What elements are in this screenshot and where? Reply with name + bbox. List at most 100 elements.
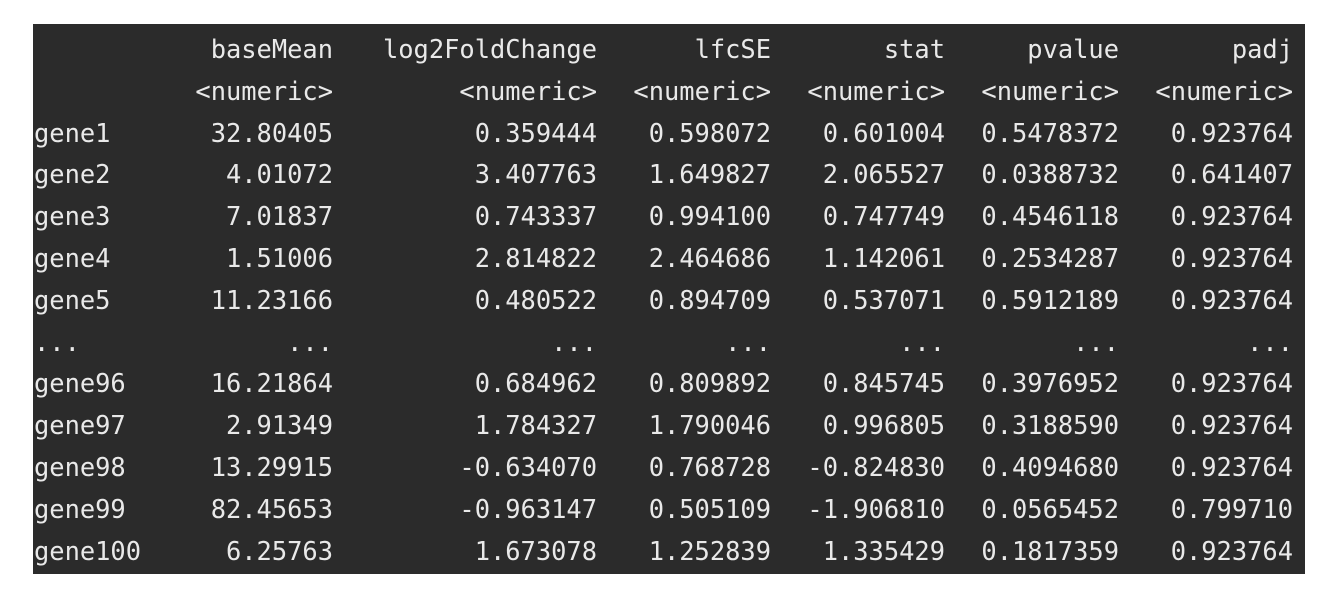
cell-stat: 0.845745 <box>822 368 945 399</box>
cell-log2foldchange: ... <box>551 326 597 357</box>
cell-padj: 0.923764 <box>1170 535 1293 566</box>
cell-lfcse: 2.464686 <box>648 242 771 273</box>
cell-stat: 1.335429 <box>822 535 945 566</box>
cell-lfcse: 1.252839 <box>648 535 771 566</box>
header-pvalue: pvalue <box>1027 34 1119 64</box>
cell-basemean: 82.45653 <box>210 493 333 524</box>
cell-lfcse: 0.505109 <box>648 493 771 524</box>
cell-padj: 0.923764 <box>1170 368 1293 399</box>
header-row: baseMean log2FoldChange lfcSE stat pvalu… <box>33 29 1293 71</box>
cell-stat: 2.065527 <box>822 159 945 190</box>
cell-basemean: ... <box>287 326 333 357</box>
table-row: gene99 82.45653 -0.963147 0.505109 -1.90… <box>33 489 1293 531</box>
cell-basemean: 2.91349 <box>225 410 333 441</box>
header-lfcse: lfcSE <box>694 34 771 64</box>
type-log2foldchange: <numeric> <box>459 75 597 106</box>
cell-pvalue: 0.4094680 <box>981 451 1119 482</box>
row-name: ... <box>34 326 80 357</box>
row-name: gene99 <box>34 493 126 524</box>
cell-lfcse: 1.649827 <box>648 159 771 190</box>
row-name: gene4 <box>34 242 111 273</box>
header-basemean: baseMean <box>210 34 333 64</box>
cell-padj: 0.923764 <box>1170 242 1293 273</box>
header-padj: padj <box>1231 34 1293 64</box>
cell-stat: 0.601004 <box>822 117 945 148</box>
cell-log2foldchange: 0.359444 <box>474 117 597 148</box>
cell-basemean: 11.23166 <box>210 284 333 315</box>
cell-pvalue: 0.3976952 <box>981 368 1119 399</box>
results-table: baseMean log2FoldChange lfcSE stat pvalu… <box>33 29 1293 572</box>
table-row: gene4 1.51006 2.814822 2.464686 1.142061… <box>33 238 1293 280</box>
cell-padj: 0.923764 <box>1170 451 1293 482</box>
cell-pvalue: 0.2534287 <box>981 242 1119 273</box>
type-rownames <box>33 71 174 113</box>
table-row: gene97 2.91349 1.784327 1.790046 0.99680… <box>33 405 1293 447</box>
cell-padj: 0.923764 <box>1170 410 1293 441</box>
row-name: gene97 <box>34 410 126 441</box>
cell-lfcse: 0.994100 <box>648 201 771 232</box>
cell-log2foldchange: 0.684962 <box>474 368 597 399</box>
cell-padj: ... <box>1247 326 1293 357</box>
cell-basemean: 32.80405 <box>210 117 333 148</box>
cell-log2foldchange: 0.743337 <box>474 201 597 232</box>
row-name: gene98 <box>34 451 126 482</box>
cell-pvalue: 0.5912189 <box>981 284 1119 315</box>
table-row: gene3 7.01837 0.743337 0.994100 0.747749… <box>33 196 1293 238</box>
type-stat: <numeric> <box>807 75 945 106</box>
cell-pvalue: 0.0565452 <box>981 493 1119 524</box>
row-name: gene100 <box>34 535 142 566</box>
cell-padj: 0.923764 <box>1170 284 1293 315</box>
table-row: gene96 16.21864 0.684962 0.809892 0.8457… <box>33 363 1293 405</box>
header-rownames <box>33 29 174 71</box>
header-log2foldchange: log2FoldChange <box>382 34 597 64</box>
type-basemean: <numeric> <box>195 75 333 106</box>
cell-padj: 0.799710 <box>1170 493 1293 524</box>
cell-pvalue: 0.3188590 <box>981 410 1119 441</box>
cell-pvalue: 0.1817359 <box>981 535 1119 566</box>
cell-pvalue: 0.5478372 <box>981 117 1119 148</box>
table-row: gene98 13.29915 -0.634070 0.768728 -0.82… <box>33 447 1293 489</box>
cell-basemean: 6.25763 <box>225 535 333 566</box>
cell-lfcse: 1.790046 <box>648 410 771 441</box>
row-name: gene1 <box>34 117 111 148</box>
row-name: gene3 <box>34 201 111 232</box>
cell-lfcse: 0.894709 <box>648 284 771 315</box>
cell-log2foldchange: 2.814822 <box>474 242 597 273</box>
cell-basemean: 13.29915 <box>210 451 333 482</box>
cell-stat: -1.906810 <box>807 493 945 524</box>
table-row: gene5 11.23166 0.480522 0.894709 0.53707… <box>33 280 1293 322</box>
type-pvalue: <numeric> <box>981 75 1119 106</box>
cell-log2foldchange: 1.784327 <box>474 410 597 441</box>
header-stat: stat <box>883 34 945 64</box>
cell-basemean: 1.51006 <box>225 242 333 273</box>
cell-pvalue: 0.4546118 <box>981 201 1119 232</box>
cell-stat: 1.142061 <box>822 242 945 273</box>
row-name: gene96 <box>34 368 126 399</box>
cell-lfcse: ... <box>725 326 771 357</box>
cell-log2foldchange: -0.963147 <box>459 493 597 524</box>
cell-log2foldchange: 0.480522 <box>474 284 597 315</box>
type-lfcse: <numeric> <box>633 75 771 106</box>
cell-stat: 0.747749 <box>822 201 945 232</box>
row-name: gene5 <box>34 284 111 315</box>
cell-pvalue: ... <box>1073 326 1119 357</box>
ellipsis-row: ... ... ... ... ... ... ... <box>33 322 1293 364</box>
type-row: <numeric> <numeric> <numeric> <numeric> … <box>33 71 1293 113</box>
cell-log2foldchange: 3.407763 <box>474 159 597 190</box>
table-row: gene1 32.80405 0.359444 0.598072 0.60100… <box>33 113 1293 155</box>
cell-basemean: 4.01072 <box>225 159 333 190</box>
cell-padj: 0.641407 <box>1170 159 1293 190</box>
cell-lfcse: 0.768728 <box>648 451 771 482</box>
row-name: gene2 <box>34 159 111 190</box>
table-row: gene100 6.25763 1.673078 1.252839 1.3354… <box>33 531 1293 573</box>
cell-basemean: 7.01837 <box>225 201 333 232</box>
cell-padj: 0.923764 <box>1170 117 1293 148</box>
cell-lfcse: 0.809892 <box>648 368 771 399</box>
console-output: baseMean log2FoldChange lfcSE stat pvalu… <box>33 24 1305 574</box>
cell-log2foldchange: 1.673078 <box>474 535 597 566</box>
cell-log2foldchange: -0.634070 <box>459 451 597 482</box>
cell-stat: ... <box>899 326 945 357</box>
cell-basemean: 16.21864 <box>210 368 333 399</box>
cell-pvalue: 0.0388732 <box>981 159 1119 190</box>
table-row: gene2 4.01072 3.407763 1.649827 2.065527… <box>33 154 1293 196</box>
